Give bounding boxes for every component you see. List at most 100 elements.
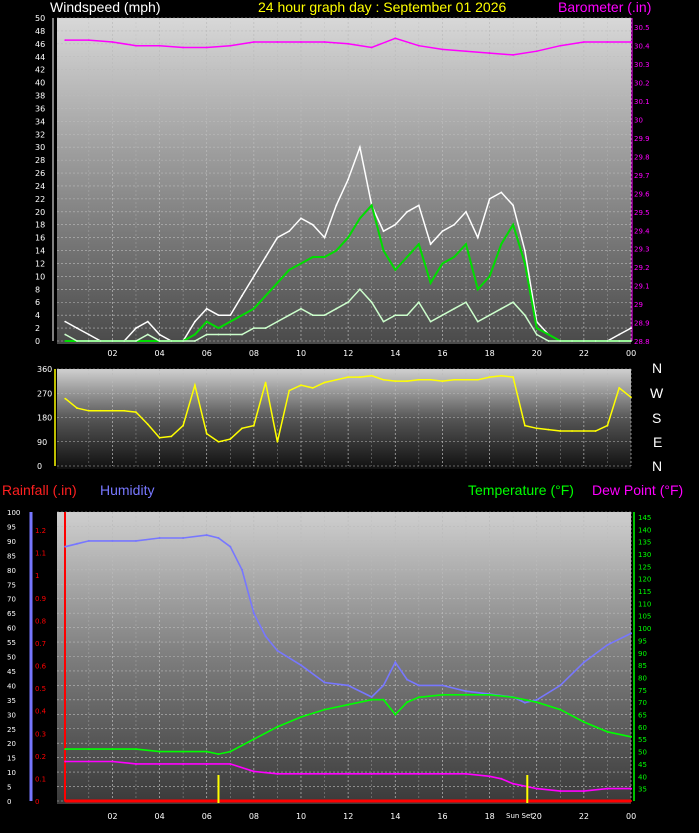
point-direction [323, 381, 326, 384]
point-barometer [370, 46, 373, 49]
point-direction [394, 380, 397, 383]
point-wind_min [205, 333, 208, 336]
point-direction [630, 396, 632, 399]
point-wind_min [347, 301, 350, 304]
point-wind_min [500, 307, 503, 310]
point-wind_min [146, 333, 149, 336]
rainfall-y-tick-label: 0.2 [35, 753, 46, 761]
point-dewpoint [252, 770, 255, 773]
humidity-y-tick-label: 95 [7, 523, 16, 531]
point-barometer [582, 41, 585, 43]
point-humidity [406, 678, 409, 681]
sunset-label: Sun Set [506, 812, 533, 820]
point-dewpoint [323, 772, 326, 775]
rainfall-y-tick-label: 0.6 [35, 663, 47, 671]
point-wind_min [76, 340, 78, 342]
point-wind [630, 327, 632, 329]
point-humidity [205, 534, 208, 537]
barometer-y-tick-label: 29.2 [634, 264, 650, 272]
temperature-y-tick-label: 75 [638, 687, 647, 695]
point-direction [347, 376, 350, 378]
humidity-y-tick-label: 85 [7, 552, 16, 560]
humidity-y-tick-label: 60 [7, 625, 16, 633]
point-dewpoint [500, 777, 503, 780]
point-wind_min [406, 314, 408, 317]
point-wind_avg [64, 340, 67, 342]
point-dewpoint [630, 787, 632, 790]
x-tick-label: 00 [626, 812, 636, 821]
point-wind [335, 204, 338, 207]
point-temperature [630, 735, 632, 738]
point-wind_min [217, 333, 220, 336]
point-rainfall [64, 800, 67, 802]
humidity-y-tick-label: 0 [7, 798, 11, 806]
x-tick-label: 16 [437, 349, 447, 358]
point-temperature [382, 698, 385, 701]
x-tick-label: 12 [343, 812, 353, 821]
temperature-y-tick-label: 140 [638, 526, 651, 534]
point-barometer [135, 44, 137, 47]
point-barometer [441, 48, 444, 51]
point-wind [441, 230, 444, 233]
wind-y-tick-label: 0 [35, 337, 40, 346]
point-wind_min [535, 333, 538, 336]
point-direction [276, 440, 279, 443]
point-wind_avg [524, 262, 526, 265]
point-direction [594, 430, 597, 432]
barometer-y-tick-label: 30.3 [634, 61, 650, 69]
point-humidity [370, 695, 373, 698]
point-wind_avg [359, 217, 361, 220]
point-direction [359, 376, 361, 378]
point-wind_min [417, 301, 420, 304]
point-wind_min [488, 314, 491, 317]
point-direction [488, 376, 491, 378]
point-wind_avg [241, 314, 243, 317]
point-wind [382, 230, 385, 233]
x-tick-label: 18 [485, 349, 495, 358]
point-temperature [535, 701, 538, 704]
temperature-y-tick-label: 85 [638, 662, 647, 670]
point-humidity [630, 632, 632, 635]
humidity-y-tick-label: 65 [7, 610, 16, 618]
point-barometer [394, 37, 397, 40]
point-temperature [582, 720, 585, 723]
point-temperature [441, 693, 444, 696]
point-wind [135, 327, 137, 329]
point-wind_min [323, 314, 326, 317]
point-dewpoint [87, 760, 90, 763]
barometer-y-tick-label: 29.7 [634, 172, 650, 180]
x-tick-label: 06 [202, 812, 212, 821]
point-wind [276, 236, 279, 239]
point-wind_avg [547, 333, 550, 336]
point-temperature [323, 708, 326, 711]
point-direction [382, 378, 385, 381]
point-humidity [64, 545, 67, 548]
point-wind [76, 327, 78, 329]
humidity-y-tick-label: 55 [7, 639, 16, 647]
point-dewpoint [512, 782, 515, 785]
point-temperature [347, 703, 350, 706]
point-direction [252, 424, 255, 427]
point-temperature [111, 748, 114, 751]
point-wind_min [311, 314, 314, 317]
point-temperature [134, 748, 137, 751]
point-wind_avg [347, 236, 350, 239]
temperature-y-tick-label: 70 [638, 699, 647, 707]
barometer-y-tick-label: 29.8 [634, 153, 650, 161]
x-tick-label: 06 [202, 349, 212, 358]
point-barometer [465, 50, 467, 53]
x-tick-label: 22 [579, 812, 589, 821]
temperature-y-tick-label: 65 [638, 712, 647, 720]
point-wind [500, 191, 503, 194]
point-dewpoint [606, 787, 609, 790]
point-wind_min [229, 333, 232, 336]
point-wind [217, 314, 220, 317]
point-wind_avg [205, 320, 208, 323]
point-humidity [182, 537, 185, 540]
point-direction [229, 438, 232, 440]
humidity-y-tick-label: 35 [7, 697, 16, 705]
point-wind [417, 204, 420, 207]
x-tick-label: 04 [155, 812, 165, 821]
point-wind [394, 223, 397, 226]
temperature-y-tick-label: 60 [638, 724, 647, 732]
